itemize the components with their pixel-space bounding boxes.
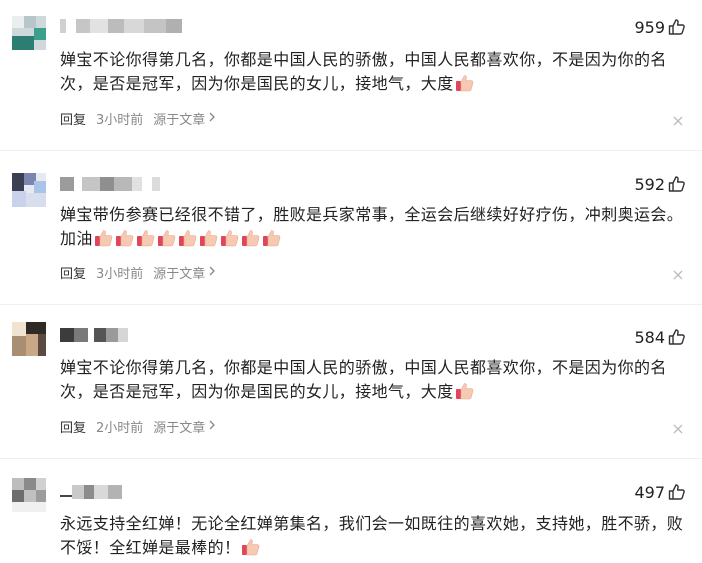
reply-button[interactable]: 回复 (60, 109, 86, 128)
reply-button[interactable]: 回复 (60, 417, 86, 436)
thumbs-up-emoji-icon (455, 382, 475, 407)
thumbs-up-outline-icon (668, 328, 686, 346)
username-redacted[interactable] (60, 484, 122, 500)
avatar[interactable] (12, 16, 46, 50)
comment-time: 3小时前 (96, 112, 144, 128)
close-x-icon[interactable] (672, 266, 684, 280)
comment-text: 永远支持全红婵！无论全红婵第集名，我们会一如既往的喜欢她，支持她，胜不骄，败不馁… (60, 512, 690, 563)
source-link[interactable]: 源于文章 (153, 417, 216, 436)
like-button[interactable]: 497 (634, 481, 686, 503)
comment-text: 婵宝不论你得第几名，你都是中国人民的骄傲，中国人民都喜欢你，不是因为你的名次，是… (60, 48, 690, 99)
source-link[interactable]: 源于文章 (153, 263, 216, 282)
avatar[interactable] (12, 478, 46, 512)
source-link[interactable]: 源于文章 (153, 109, 216, 128)
comment-item: 592 婵宝带伤参赛已经很不错了，胜败是兵家常事，全运会后继续好好疗伤，冲刺奥运… (0, 173, 702, 293)
thumbs-up-emoji-icon (241, 538, 261, 563)
like-count: 592 (634, 174, 665, 194)
comment-text: 婵宝不论你得第几名，你都是中国人民的骄傲，中国人民都喜欢你，不是因为你的名次，是… (60, 356, 690, 407)
like-button[interactable]: 592 (634, 173, 686, 195)
thumbs-up-emoji-icon (178, 229, 198, 254)
comment-item: 584 婵宝不论你得第几名，你都是中国人民的骄傲，中国人民都喜欢你，不是因为你的… (0, 322, 702, 446)
chevron-right-icon (208, 265, 216, 280)
comment-text: 婵宝带伤参赛已经很不错了，胜败是兵家常事，全运会后继续好好疗伤，冲刺奥运会。加油 (60, 203, 690, 254)
chevron-right-icon (208, 419, 216, 434)
thumbs-up-outline-icon (668, 18, 686, 36)
thumbs-up-emoji-icon (115, 229, 135, 254)
like-button[interactable]: 959 (634, 16, 686, 38)
close-x-icon[interactable] (672, 112, 684, 126)
thumbs-up-emoji-icon (94, 229, 114, 254)
thumbs-up-emoji-icon (220, 229, 240, 254)
thumbs-up-emoji-icon (262, 229, 282, 254)
reply-button[interactable]: 回复 (60, 263, 86, 282)
thumbs-up-outline-icon (668, 175, 686, 193)
comment-meta: 回复 3小时前 源于文章 (60, 108, 216, 128)
like-count: 497 (634, 482, 665, 502)
thumbs-up-emoji-icon (136, 229, 156, 254)
comment-time: 2小时前 (96, 420, 144, 436)
avatar[interactable] (12, 322, 46, 356)
thumbs-up-emoji-icon (241, 229, 261, 254)
thumbs-up-emoji-icon (199, 229, 219, 254)
like-count: 584 (634, 327, 665, 347)
username-redacted[interactable] (60, 18, 182, 34)
thumbs-up-emoji-icon (157, 229, 177, 254)
like-count: 959 (634, 17, 665, 37)
username-redacted[interactable] (60, 176, 160, 192)
close-x-icon[interactable] (672, 420, 684, 434)
divider (0, 304, 702, 305)
username-redacted[interactable] (60, 327, 128, 343)
thumbs-up-outline-icon (668, 483, 686, 501)
comment-time: 3小时前 (96, 266, 144, 282)
like-button[interactable]: 584 (634, 326, 686, 348)
comment-item: 959 婵宝不论你得第几名，你都是中国人民的骄傲，中国人民都喜欢你，不是因为你的… (0, 16, 702, 146)
comment-meta: 回复 3小时前 源于文章 (60, 262, 216, 282)
avatar[interactable] (12, 173, 46, 207)
chevron-right-icon (208, 111, 216, 126)
divider (0, 150, 702, 151)
thumbs-up-emoji-icon (455, 74, 475, 99)
divider (0, 458, 702, 459)
comment-item: 497 永远支持全红婵！无论全红婵第集名，我们会一如既往的喜欢她，支持她，胜不骄… (0, 478, 702, 559)
comment-meta: 回复 2小时前 源于文章 (60, 416, 216, 436)
